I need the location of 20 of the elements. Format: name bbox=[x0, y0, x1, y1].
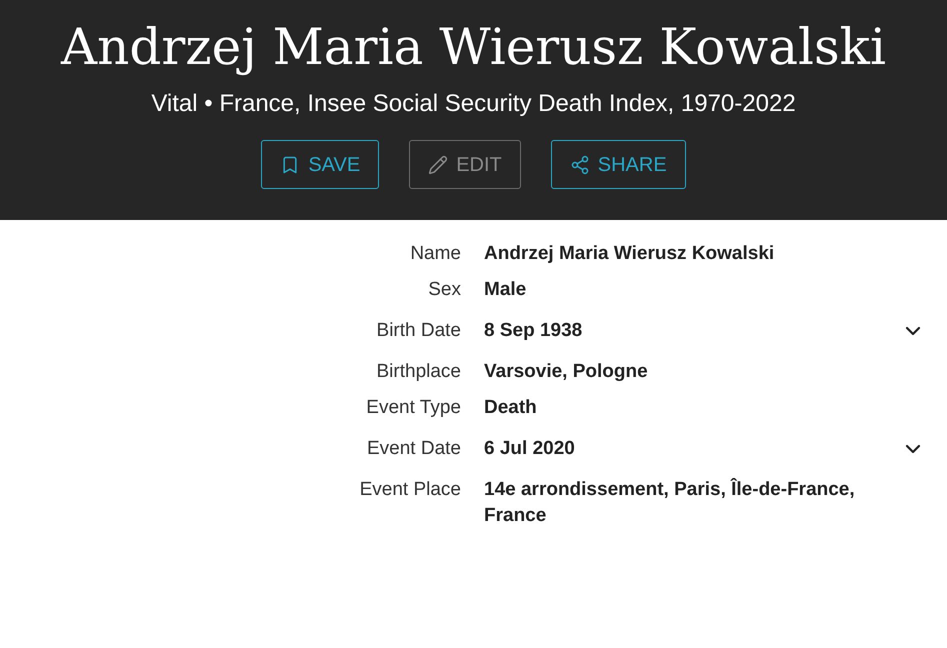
save-button[interactable]: SAVE bbox=[261, 140, 380, 189]
field-label: Event Date bbox=[367, 438, 461, 459]
field-value: Death bbox=[484, 396, 538, 420]
share-icon bbox=[570, 154, 590, 174]
record-subtitle: Vital • France, Insee Social Security Death Index, 1970-2022 bbox=[151, 89, 796, 119]
field-label: Name bbox=[410, 243, 461, 264]
field-value: Varsovie, Pologne bbox=[484, 360, 649, 384]
field-label: Event Place bbox=[360, 479, 461, 500]
field-label: Event Type bbox=[366, 397, 461, 418]
field-value: 14e arrondissement, Paris, Île-de-France, France bbox=[484, 477, 856, 528]
field-value: Andrzej Maria Wierusz Kowalski bbox=[484, 242, 776, 266]
field-value: 8 Sep 1938 bbox=[484, 319, 584, 343]
field-value: 6 Jul 2020 bbox=[484, 437, 576, 461]
pencil-icon bbox=[428, 154, 448, 174]
field-value: Male bbox=[484, 278, 528, 302]
field-label: Birthplace bbox=[376, 361, 461, 382]
share-button[interactable]: SHARE bbox=[550, 140, 686, 189]
field-label: Birth Date bbox=[376, 320, 461, 341]
record-title: Andrzej Maria Wierusz Kowalski bbox=[61, 17, 886, 78]
field-label: Sex bbox=[428, 279, 461, 300]
